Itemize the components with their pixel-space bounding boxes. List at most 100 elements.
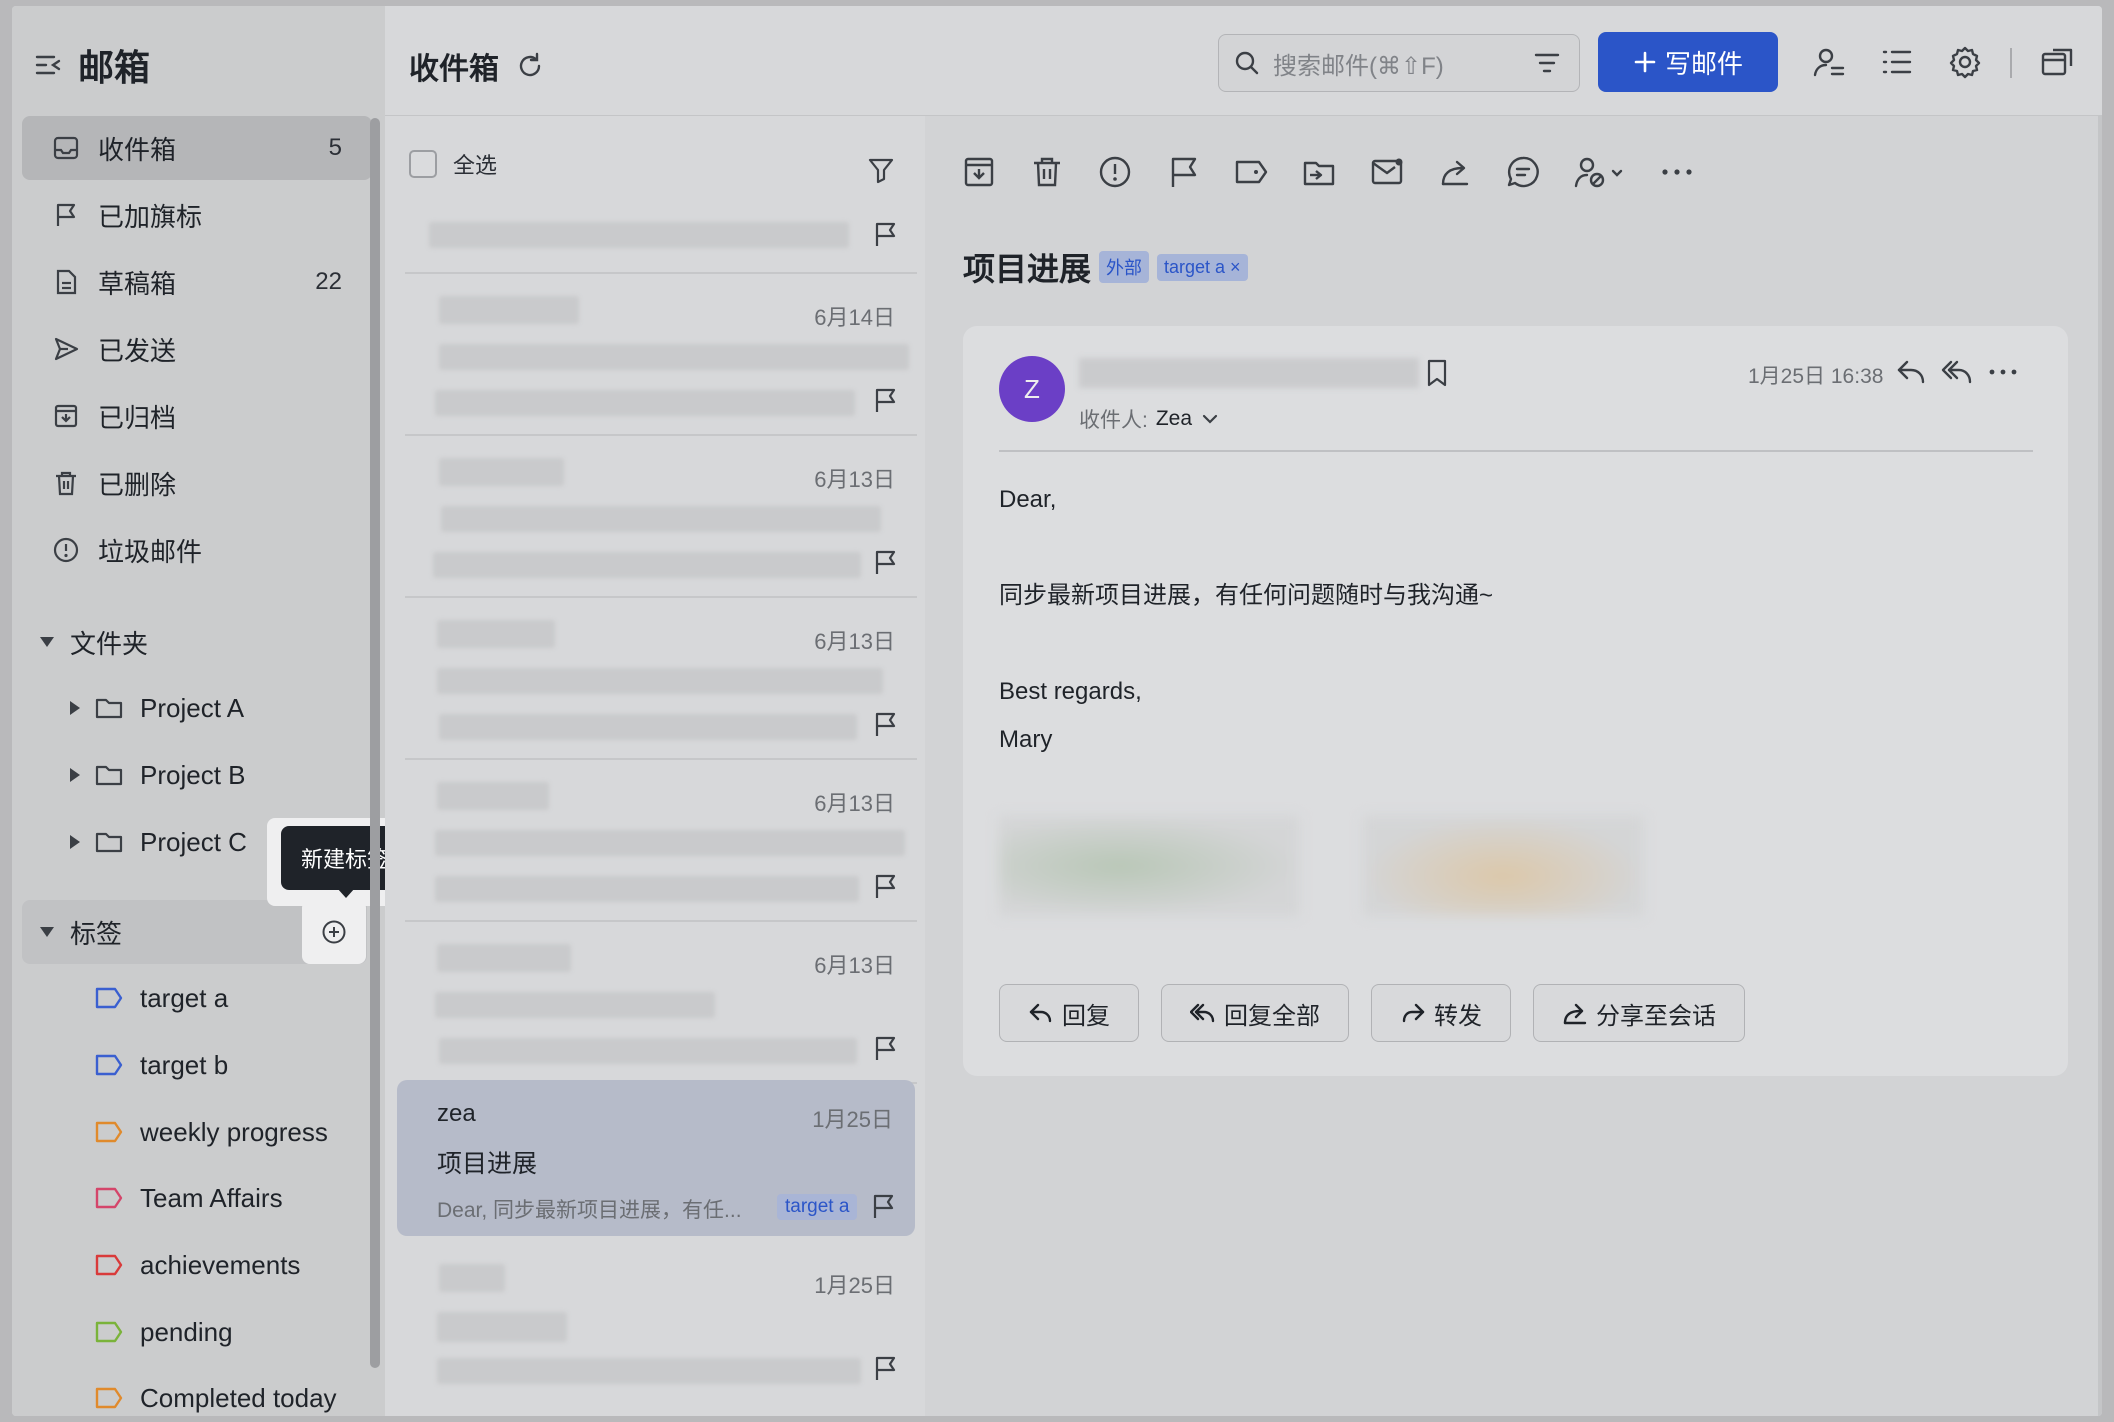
- refresh-icon[interactable]: [515, 51, 545, 81]
- folder-icon: [95, 698, 123, 719]
- list-item[interactable]: 6月14日: [405, 276, 917, 436]
- folders-section-toggle[interactable]: 文件夹: [22, 610, 372, 674]
- collapsed-triangle-icon[interactable]: [70, 768, 80, 782]
- flag-icon[interactable]: [871, 386, 899, 414]
- forward-button[interactable]: 转发: [1371, 984, 1511, 1042]
- comment-icon[interactable]: [1505, 154, 1541, 190]
- list-view-icon[interactable]: [1880, 45, 1914, 79]
- tag-label: achievements: [140, 1249, 301, 1280]
- reply-all-icon: [1190, 1003, 1215, 1023]
- mail-tag-chip[interactable]: target a ×: [1157, 253, 1248, 281]
- sidebar-item-spam[interactable]: 垃圾邮件: [22, 518, 372, 582]
- recipient-name[interactable]: Zea: [1156, 407, 1192, 431]
- flag-icon[interactable]: [869, 1192, 897, 1220]
- avatar[interactable]: Z: [999, 356, 1065, 422]
- compose-button[interactable]: 写邮件: [1598, 32, 1778, 92]
- add-tag-button[interactable]: [302, 900, 366, 964]
- reading-pane: 项目进展 外部 target a × Z 收件人: Zea 1月25日 16:3…: [925, 116, 2102, 1416]
- tag-label: target a: [140, 982, 229, 1013]
- flag-icon[interactable]: [1165, 154, 1201, 190]
- folders-section-title: 文件夹: [70, 628, 149, 659]
- trash-icon[interactable]: [1029, 154, 1065, 190]
- tag-icon: [95, 1254, 123, 1276]
- chevron-down-icon[interactable]: [1200, 409, 1220, 429]
- bookmark-icon[interactable]: [1423, 358, 1451, 388]
- new-window-icon[interactable]: [2040, 45, 2074, 79]
- reply-button[interactable]: 回复: [999, 984, 1139, 1042]
- collapsed-triangle-icon[interactable]: [70, 701, 80, 715]
- list-item-date: 1月25日: [814, 1273, 895, 1298]
- sidebar-item-sent[interactable]: 已发送: [22, 317, 372, 381]
- flag-icon[interactable]: [871, 548, 899, 576]
- tag-icon[interactable]: [1233, 154, 1269, 190]
- sidebar-item-label: 已归档: [98, 402, 177, 433]
- list-item[interactable]: [405, 164, 917, 274]
- more-icon[interactable]: [1659, 154, 1695, 190]
- list-item[interactable]: 6月13日: [405, 924, 917, 1084]
- more-icon[interactable]: [1987, 356, 2019, 388]
- tag-item-weekly-progress[interactable]: weekly progress: [22, 1100, 372, 1164]
- tag-icon: [95, 1387, 123, 1409]
- list-item-date: 6月13日: [814, 629, 895, 654]
- sidebar-item-drafts[interactable]: 草稿箱 22: [22, 250, 372, 314]
- tag-icon: [95, 1054, 123, 1076]
- list-item[interactable]: 6月13日: [405, 438, 917, 598]
- tag-icon: [95, 1187, 123, 1209]
- sidebar-scrollbar[interactable]: [370, 118, 380, 1368]
- header-divider: [999, 450, 2033, 452]
- tag-item-completed-today[interactable]: Completed today: [22, 1366, 372, 1416]
- tag-item-team-affairs[interactable]: Team Affairs: [22, 1166, 372, 1230]
- collapse-sidebar-icon[interactable]: [34, 53, 62, 77]
- search-box[interactable]: 搜索邮件(⌘⇧F): [1218, 34, 1580, 92]
- collapsed-triangle-icon[interactable]: [70, 835, 80, 849]
- tag-label: Completed today: [140, 1382, 337, 1413]
- archive-icon[interactable]: [961, 154, 997, 190]
- list-item-subject: 项目进展: [437, 1150, 538, 1178]
- contacts-icon[interactable]: [1812, 45, 1846, 79]
- mark-unread-icon[interactable]: [1369, 154, 1405, 190]
- block-sender-icon[interactable]: [1573, 154, 1629, 190]
- search-input-placeholder[interactable]: 搜索邮件(⌘⇧F): [1273, 46, 1444, 81]
- list-item-date: 6月13日: [814, 467, 895, 492]
- reply-all-button[interactable]: 回复全部: [1161, 984, 1349, 1042]
- search-filter-icon[interactable]: [1533, 49, 1561, 77]
- toolbar-divider: [2010, 48, 2012, 78]
- reply-icon[interactable]: [1895, 356, 1927, 388]
- tag-item-target-b[interactable]: target b: [22, 1033, 372, 1097]
- list-item[interactable]: 6月13日: [405, 762, 917, 922]
- flag-icon[interactable]: [871, 872, 899, 900]
- share-to-chat-button[interactable]: 分享至会话: [1533, 984, 1745, 1042]
- spam-icon[interactable]: [1097, 154, 1133, 190]
- flag-icon[interactable]: [871, 710, 899, 738]
- folder-label: Project B: [140, 759, 246, 790]
- folder-label: Project C: [140, 826, 247, 857]
- spam-icon: [53, 537, 79, 563]
- reply-all-icon[interactable]: [1941, 356, 1973, 388]
- folder-project-a[interactable]: Project A: [22, 676, 372, 740]
- list-item[interactable]: 6月13日: [405, 600, 917, 760]
- sidebar-item-inbox[interactable]: 收件箱 5: [22, 116, 372, 180]
- folder-project-b[interactable]: Project B: [22, 743, 372, 807]
- mail-subject-text: 项目进展: [963, 251, 1092, 287]
- folder-icon: [95, 765, 123, 786]
- selected-list-item[interactable]: zea 1月25日 项目进展 Dear, 同步最新项目进展，有任... targ…: [397, 1080, 915, 1236]
- flag-icon[interactable]: [871, 1034, 899, 1062]
- recipient-label: 收件人:: [1079, 409, 1148, 432]
- mail-card: Z 收件人: Zea 1月25日 16:38 Dear, 同步最新项目进展，有任…: [963, 326, 2068, 1076]
- tag-item-target-a[interactable]: target a: [22, 966, 372, 1030]
- forward-icon[interactable]: [1437, 154, 1473, 190]
- list-item[interactable]: 1月25日: [405, 1244, 917, 1404]
- sidebar-item-flagged[interactable]: 已加旗标: [22, 183, 372, 247]
- flag-icon[interactable]: [871, 220, 899, 248]
- tag-item-achievements[interactable]: achievements: [22, 1233, 372, 1297]
- sidebar: 邮箱 收件箱 5 已加旗标 草稿箱 22 已发送 已归档 已删除 垃圾邮件 文件…: [12, 6, 422, 1416]
- list-item-tag-badge: target a: [777, 1194, 858, 1220]
- move-to-folder-icon[interactable]: [1301, 154, 1337, 190]
- flag-icon[interactable]: [871, 1354, 899, 1382]
- tag-label: Team Affairs: [140, 1182, 283, 1213]
- sidebar-item-deleted[interactable]: 已删除: [22, 451, 372, 515]
- gear-icon[interactable]: [1948, 45, 1982, 79]
- tag-item-pending[interactable]: pending: [22, 1300, 372, 1364]
- recipient-row: 收件人: Zea: [1079, 404, 1220, 434]
- sidebar-item-archived[interactable]: 已归档: [22, 384, 372, 448]
